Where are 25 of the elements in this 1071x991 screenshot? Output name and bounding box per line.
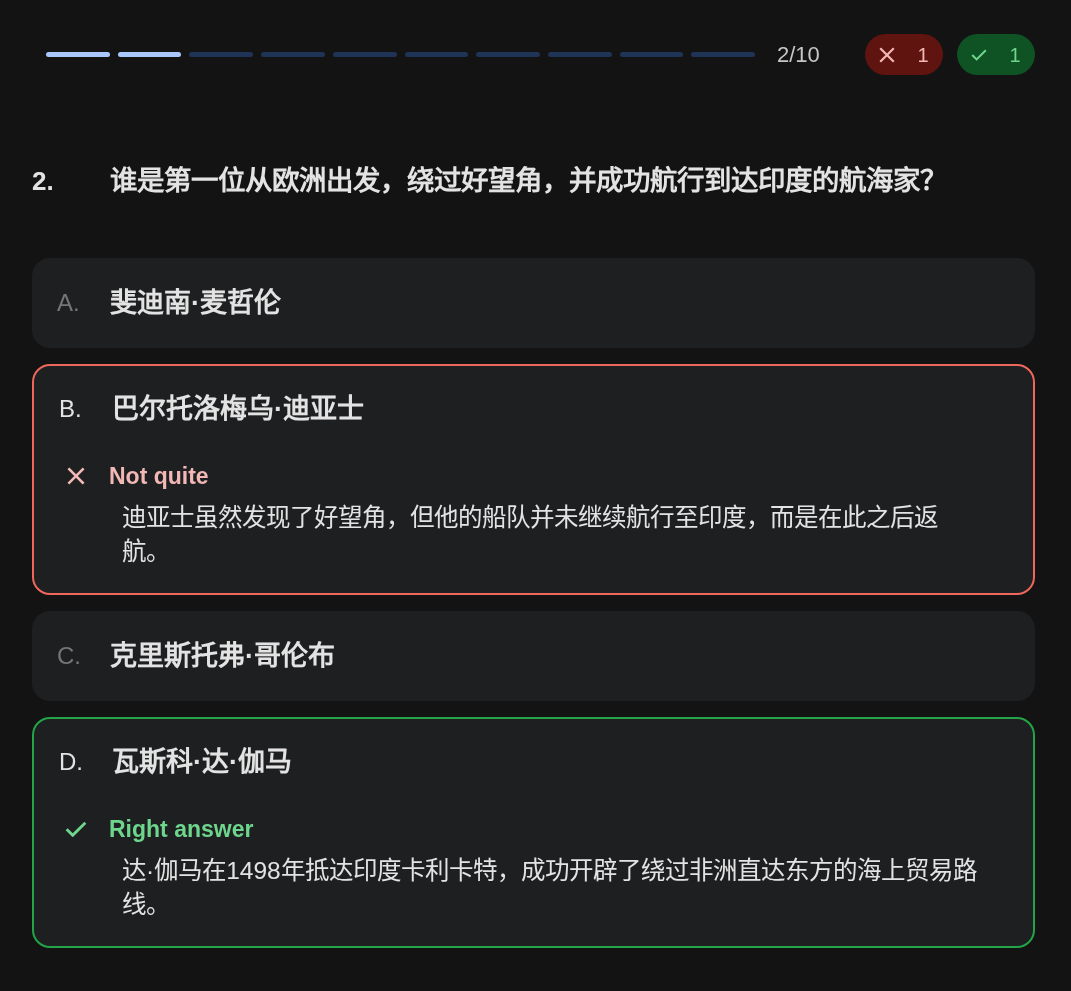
score-count: 1 (917, 42, 929, 68)
question-number: 2. (32, 164, 55, 198)
option-text: 瓦斯科·达·伽马 (112, 745, 292, 779)
option-letter: B. (59, 394, 83, 424)
feedback-title: Not quite (109, 461, 209, 491)
option-letter: A. (57, 288, 81, 318)
progress-counter: 2/10 (777, 41, 820, 69)
question-text: 谁是第一位从欧洲出发，绕过好望角，并成功航行到达印度的航海家？ (110, 164, 947, 199)
answer-option[interactable]: C. 克里斯托弗·哥伦布 (32, 611, 1035, 701)
score-count: 1 (1009, 42, 1021, 68)
answer-option[interactable]: B. 巴尔托洛梅乌·迪亚士 Not quite 迪亚士虽然发现了好望角，但他的船队并未继续航行至印度，而是在此之后返航。 (32, 364, 1035, 595)
feedback-explanation: 达·伽马在1498年抵达印度卡利卡特，成功开辟了绕过非洲直达东方的海上贸易路线。 (122, 856, 978, 920)
check-icon (971, 48, 988, 61)
check-icon (65, 820, 87, 838)
option-text: 巴尔托洛梅乌·迪亚士 (112, 392, 364, 426)
cross-icon (67, 467, 85, 485)
answer-option[interactable]: D. 瓦斯科·达·伽马 Right answer 达·伽马在1498年抵达印度卡利卡特，成功开辟了绕过非洲直达东方的海上贸易路线。 (32, 717, 1035, 948)
cross-icon (879, 46, 896, 63)
feedback-explanation: 迪亚士虽然发现了好望角，但他的船队并未继续航行至印度，而是在此之后返航。 (122, 503, 939, 567)
option-letter: C. (57, 641, 82, 671)
option-text: 斐迪南·麦哲伦 (110, 286, 281, 320)
option-letter: D. (59, 747, 84, 777)
option-text: 克里斯托弗·哥伦布 (110, 639, 335, 673)
feedback-title: Right answer (109, 814, 254, 844)
answer-option[interactable]: A. 斐迪南·麦哲伦 (32, 258, 1035, 348)
